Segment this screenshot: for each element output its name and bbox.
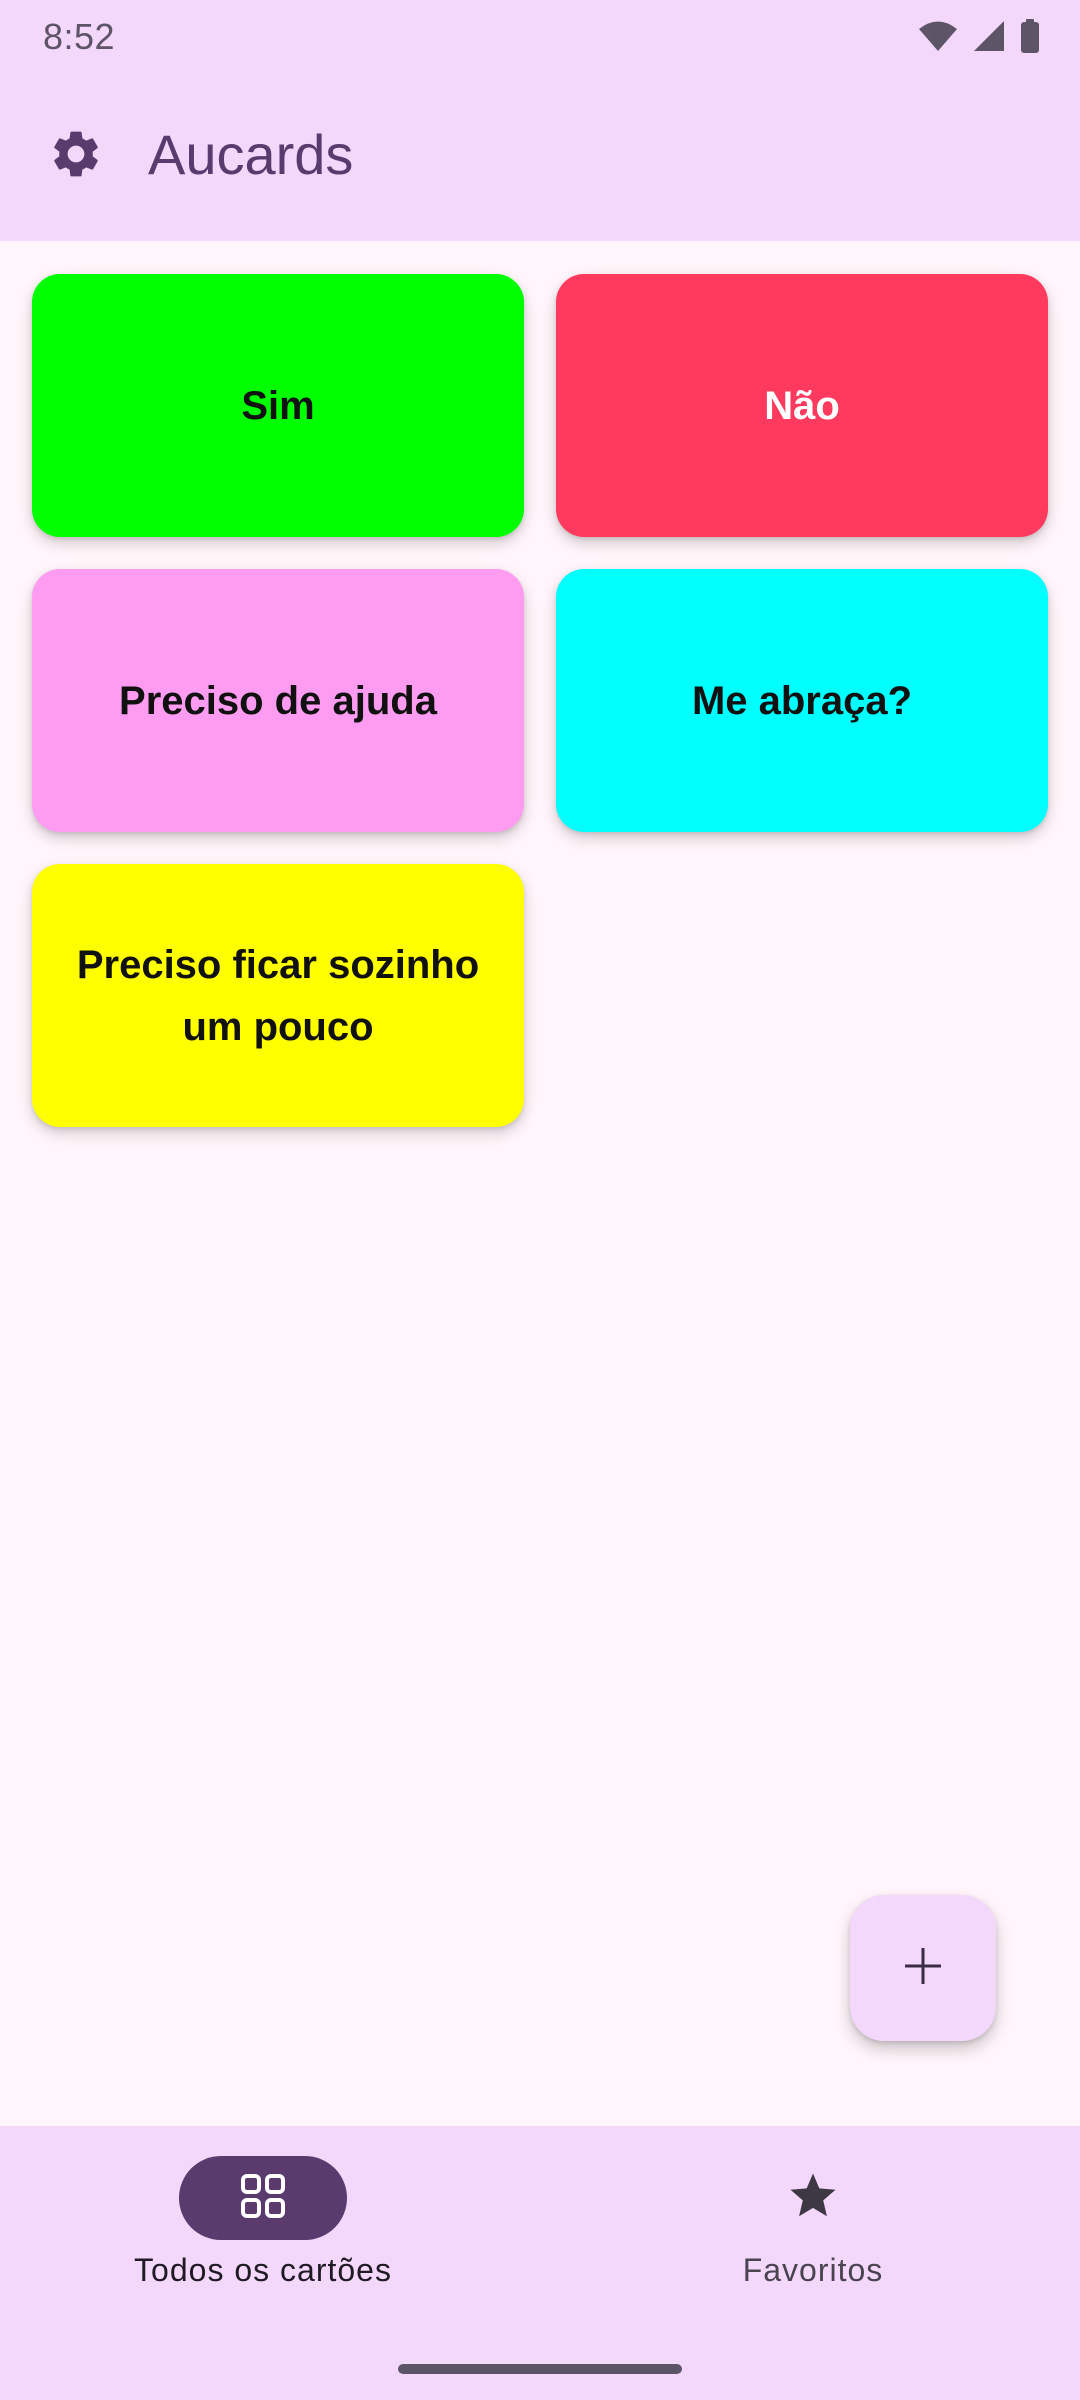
nav-item-favoritos[interactable]: Favoritos	[613, 2156, 1013, 2306]
signal-icon	[972, 20, 1006, 52]
nav-label-todos-os-cartoes: Todos os cartões	[134, 2252, 392, 2288]
status-icons	[918, 16, 1040, 56]
gear-icon	[48, 126, 104, 187]
card-grid: Sim Não Preciso de ajuda Me abraça? Prec…	[32, 274, 1048, 1127]
gesture-navigation-bar[interactable]	[398, 2364, 682, 2374]
card-me-abraca[interactable]: Me abraça?	[556, 569, 1048, 832]
card-preciso-de-ajuda[interactable]: Preciso de ajuda	[32, 569, 524, 832]
card-label: Preciso ficar sozinho um pouco	[76, 942, 480, 1049]
card-nao[interactable]: Não	[556, 274, 1048, 537]
bottom-navigation: Todos os cartões Favoritos	[0, 2126, 1080, 2400]
status-time: 8:52	[43, 16, 116, 57]
nav-item-todos-os-cartoes[interactable]: Todos os cartões	[63, 2156, 463, 2306]
app-title: Aucards	[148, 123, 354, 186]
battery-icon	[1020, 19, 1040, 53]
star-icon	[786, 2169, 840, 2228]
add-card-button[interactable]	[850, 1895, 996, 2041]
nav-label-favoritos: Favoritos	[742, 2252, 884, 2288]
card-label: Preciso de ajuda	[119, 678, 437, 723]
wifi-icon	[918, 20, 958, 52]
grid-icon	[239, 2172, 287, 2225]
app-screen: 8:52 Aucards Sim Não Preciso de ajuda Me…	[0, 0, 1080, 2400]
top-app-bar: Aucards	[0, 72, 1080, 241]
plus-icon	[901, 1944, 945, 1993]
status-bar: 8:52	[0, 0, 1080, 72]
card-label: Sim	[241, 383, 315, 428]
settings-button[interactable]	[36, 116, 116, 196]
card-preciso-ficar-sozinho[interactable]: Preciso ficar sozinho um pouco	[32, 864, 524, 1127]
card-label: Não	[764, 383, 840, 428]
top-region: 8:52 Aucards	[0, 0, 1080, 241]
nav-indicator	[729, 2156, 897, 2240]
nav-active-indicator	[179, 2156, 347, 2240]
card-label: Me abraça?	[691, 678, 913, 723]
card-sim[interactable]: Sim	[32, 274, 524, 537]
